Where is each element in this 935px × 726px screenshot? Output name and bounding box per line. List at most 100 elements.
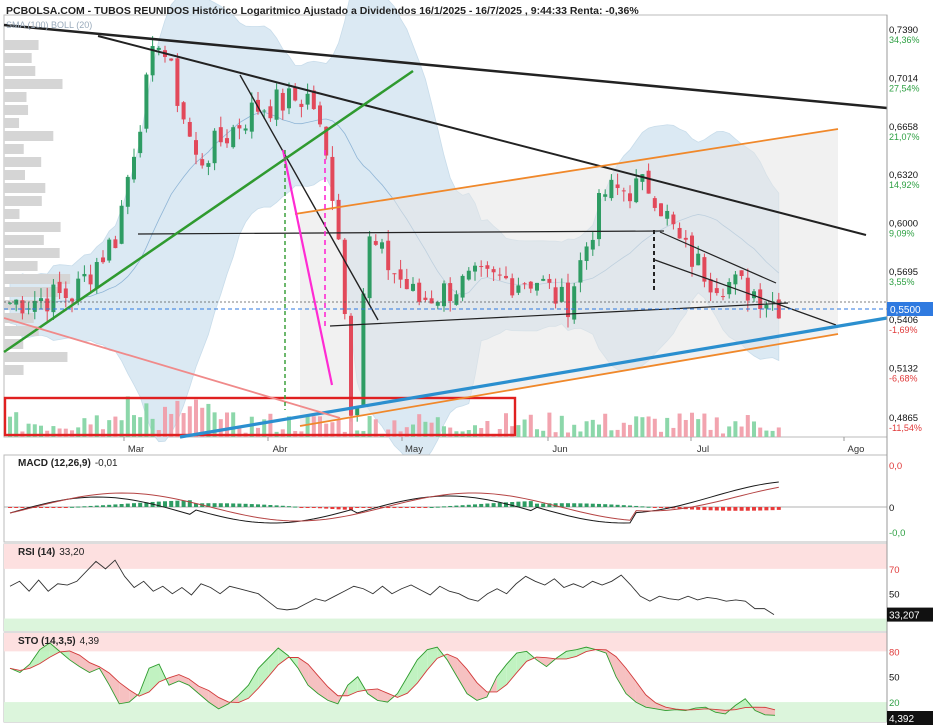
volume-bar <box>714 417 719 437</box>
macd-hist-bar <box>590 503 595 507</box>
sto-tick-0: 80 <box>889 647 900 658</box>
volume-bar <box>231 412 236 437</box>
macd-hist-bar <box>417 507 422 508</box>
macd-tick-0: 0,0 <box>889 461 902 472</box>
volume-bar <box>169 413 174 437</box>
candle-body <box>578 260 583 283</box>
macd-hist-bar <box>535 503 539 507</box>
candle-body <box>305 93 310 105</box>
macd-hist-bar <box>274 505 279 507</box>
macd-hist-bar <box>566 503 570 507</box>
macd-hist-bar <box>318 507 322 509</box>
macd-hist-bar <box>132 503 136 507</box>
candle-body <box>727 282 732 295</box>
macd-hist-bar <box>473 504 477 507</box>
volume-profile-bar <box>4 248 60 258</box>
volume-bar <box>770 430 775 437</box>
macd-hist-bar <box>342 507 347 510</box>
volume-bar <box>776 427 781 437</box>
candle-body <box>39 298 43 302</box>
sto-last-value: 4,392 <box>889 714 914 725</box>
candle-body <box>417 282 422 302</box>
macd-hist-bar <box>256 504 260 507</box>
macd-hist-bar <box>82 506 87 508</box>
candle-body <box>32 301 37 312</box>
x-tick-label-May: May <box>405 444 423 455</box>
volume-bar <box>504 413 508 437</box>
volume-bar <box>181 413 186 437</box>
volume-profile-bar <box>4 209 20 219</box>
candle-body <box>101 257 105 263</box>
volume-bar <box>528 414 533 437</box>
candle-body <box>181 102 186 120</box>
candle-body <box>386 240 391 271</box>
volume-bar <box>125 396 130 437</box>
macd-hist-bar <box>572 503 577 507</box>
candle-body <box>144 74 149 129</box>
candle-body <box>169 58 174 61</box>
candle-body <box>466 270 471 280</box>
volume-bar <box>745 415 750 437</box>
macd-hist-bar <box>8 507 12 508</box>
macd-hist-bar <box>113 504 118 507</box>
volume-bar <box>727 426 732 437</box>
pct-tick-2: 21,07% <box>889 132 920 142</box>
macd-hist-bar <box>609 504 614 507</box>
rsi-last-value: 33,207 <box>889 611 920 622</box>
candle-body <box>342 239 347 315</box>
macd-hist-bar <box>76 506 81 508</box>
volume-bar <box>758 427 763 437</box>
macd-hist-bar <box>411 507 415 508</box>
macd-hist-bar <box>466 504 471 507</box>
candle-body <box>442 283 446 307</box>
volume-profile-bar <box>4 170 25 180</box>
candle-body <box>355 408 360 416</box>
macd-hist-bar <box>138 502 143 507</box>
volume-profile-bar <box>4 105 29 115</box>
pct-tick-8: -11,54% <box>889 423 922 433</box>
macd-hist-bar <box>727 507 732 511</box>
chart-canvas: Mar Abr May Jun Jul Ago0,739034,36%0,701427,5… <box>3 0 933 725</box>
candle-body <box>249 102 254 132</box>
macd-hist-bar <box>491 503 496 507</box>
volume-bar <box>541 430 546 437</box>
candle-body <box>299 103 304 107</box>
macd-hist-bar <box>770 507 775 511</box>
macd-hist-bar <box>70 506 74 508</box>
volume-bar <box>621 422 626 437</box>
macd-hist-bar <box>20 507 25 508</box>
volume-profile-bar <box>4 131 54 141</box>
macd-hist-bar <box>330 507 335 510</box>
candle-body <box>175 58 180 106</box>
macd-hist-bar <box>355 507 360 508</box>
volume-bar <box>665 417 670 437</box>
chart-title: PCBOLSA.COM - TUBOS REUNIDOS Histórico L… <box>6 5 639 17</box>
pct-tick-5: 3,55% <box>889 277 915 287</box>
macd-hist-bar <box>429 506 434 508</box>
macd-hist-bar <box>584 503 589 507</box>
macd-hist-bar <box>485 503 490 507</box>
volume-bar <box>597 424 601 437</box>
macd-hist-bar <box>243 503 248 507</box>
candle-body <box>590 239 595 250</box>
macd-hist-bar <box>94 505 99 507</box>
overlay-legend: SMA (100) BOLL (20) <box>6 20 93 30</box>
price-panel <box>3 0 888 462</box>
candle-body <box>156 47 161 50</box>
volume-bar <box>752 421 756 437</box>
candle-body <box>597 193 601 240</box>
sto-label: STO (14,3,5) 4,39 <box>18 636 99 647</box>
candle-body <box>423 297 428 300</box>
volume-bar <box>646 416 651 437</box>
macd-hist-bar <box>628 505 632 507</box>
volume-bar <box>547 412 552 437</box>
candle-body <box>572 286 577 320</box>
volume-bar <box>535 429 539 437</box>
volume-profile-bar <box>4 287 59 297</box>
rsi-panel <box>3 543 888 632</box>
macd-hist-bar <box>541 503 546 507</box>
candle-body <box>677 227 682 239</box>
macd-hist-bar <box>659 507 663 508</box>
candle-body <box>361 293 366 407</box>
macd-hist-bar <box>423 507 428 508</box>
